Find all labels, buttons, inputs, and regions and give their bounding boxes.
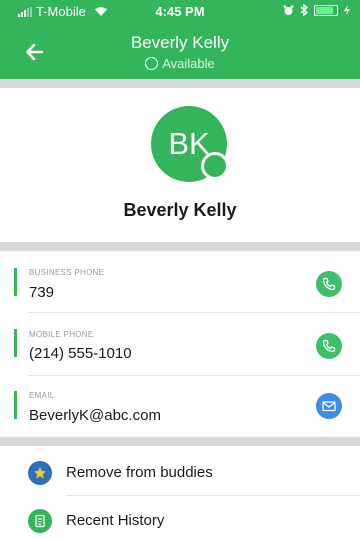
row-accent: [14, 391, 17, 419]
status-indicators: [283, 4, 350, 16]
send-email-button[interactable]: [316, 393, 342, 419]
business-phone-label: BUSINESS PHONE: [29, 268, 105, 277]
remove-buddy-button[interactable]: Remove from buddies: [0, 452, 360, 492]
profile-name: Beverly Kelly: [123, 200, 237, 220]
alarm-icon: [283, 4, 294, 15]
recent-history-label: Recent History: [66, 512, 165, 529]
mobile-phone-label: MOBILE PHONE: [29, 330, 94, 339]
header-presence: Available: [0, 56, 360, 71]
row-accent: [14, 329, 17, 357]
business-phone-row: BUSINESS PHONE 739: [0, 251, 360, 313]
app-header: T-Mobile 4:45 PM Beverly Kelly Available: [0, 0, 360, 79]
header-title: Beverly Kelly: [130, 33, 230, 52]
mail-icon: [322, 401, 336, 412]
section-divider: [0, 242, 360, 251]
section-divider: [0, 79, 360, 88]
bluetooth-icon: [300, 4, 308, 16]
row-accent: [14, 268, 17, 296]
section-divider: [0, 437, 360, 446]
charging-icon: [344, 5, 350, 15]
presence-status: Available: [162, 56, 215, 71]
email-row: EMAIL BeverlyK@abc.com: [0, 376, 360, 437]
email-value[interactable]: BeverlyK@abc.com: [29, 407, 161, 424]
call-business-button[interactable]: [316, 271, 342, 297]
recent-history-button[interactable]: Recent History: [0, 499, 360, 539]
mobile-phone-value[interactable]: (214) 555-1010: [29, 345, 132, 362]
status-bar: T-Mobile 4:45 PM: [0, 0, 360, 22]
call-mobile-button[interactable]: [316, 333, 342, 359]
business-phone-value[interactable]: 739: [29, 284, 54, 301]
phone-icon: [322, 277, 336, 291]
star-icon: [28, 461, 52, 485]
history-icon: [28, 509, 52, 533]
phone-icon: [322, 339, 336, 353]
email-label: EMAIL: [29, 391, 55, 400]
battery-icon: [314, 4, 338, 16]
mobile-phone-row: MOBILE PHONE (214) 555-1010: [0, 313, 360, 376]
presence-indicator: [201, 152, 229, 180]
presence-ring-icon: [145, 57, 159, 70]
remove-buddy-label: Remove from buddies: [66, 464, 213, 481]
menu-separator: [66, 495, 360, 496]
